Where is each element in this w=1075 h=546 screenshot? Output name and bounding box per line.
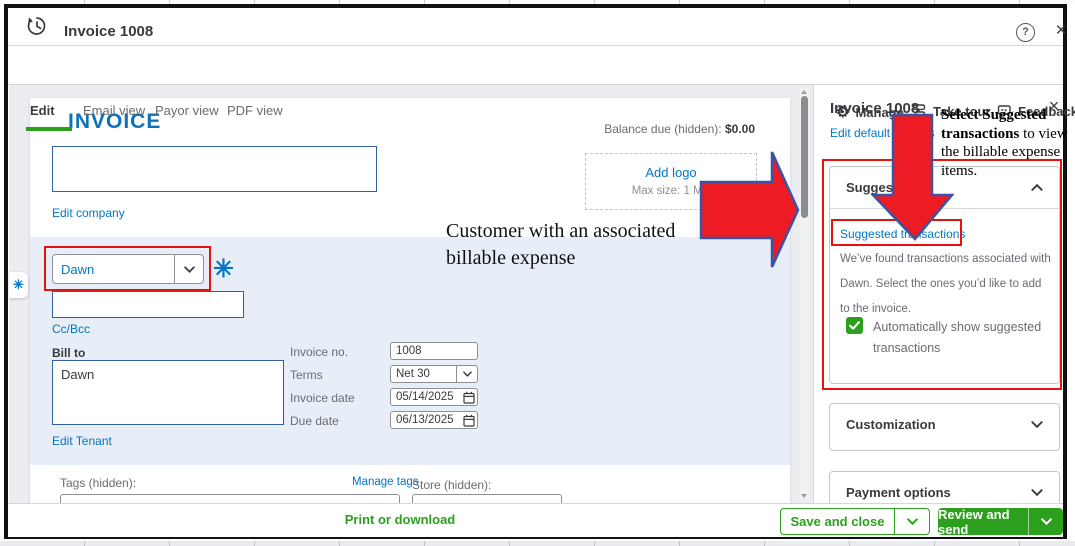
checked-checkbox[interactable] bbox=[846, 317, 863, 334]
chevron-down-icon[interactable] bbox=[1031, 489, 1043, 496]
feedback-button[interactable]: Feedback bbox=[996, 103, 1075, 119]
scroll-up-arrow[interactable] bbox=[801, 90, 807, 94]
suggestions-header-label: Suggestions bbox=[846, 180, 925, 195]
suggestions-card: Suggestions Suggested transactions We’ve… bbox=[829, 166, 1060, 384]
chevron-down-icon[interactable] bbox=[174, 255, 203, 283]
terms-label: Terms bbox=[290, 368, 323, 382]
feedback-label: Feedback bbox=[1018, 103, 1075, 119]
invoice-date-input[interactable]: 05/14/2025 bbox=[390, 388, 478, 406]
title-bar: Invoice 1008 ? × bbox=[8, 8, 1067, 46]
scroll-down-arrow[interactable] bbox=[801, 494, 807, 498]
invoice-date-value: 05/14/2025 bbox=[396, 391, 454, 403]
balance-due-label: Balance due (hidden): bbox=[604, 122, 725, 136]
take-tour-button[interactable]: Take tour bbox=[911, 103, 991, 119]
customer-email-input[interactable] bbox=[52, 291, 244, 318]
invoice-no-input[interactable]: 1008 bbox=[390, 342, 478, 360]
chevron-down-icon[interactable] bbox=[456, 366, 477, 382]
print-or-download-link[interactable]: Print or download bbox=[320, 512, 480, 527]
store-label: Store (hidden): bbox=[412, 478, 492, 492]
bill-to-textarea[interactable]: Dawn bbox=[52, 360, 284, 425]
due-date-input[interactable]: 06/13/2025 bbox=[390, 411, 478, 429]
save-and-close-button[interactable]: Save and close bbox=[780, 508, 930, 535]
balance-due: Balance due (hidden): $0.00 bbox=[455, 122, 755, 136]
add-logo-note: Max size: 1 MB bbox=[631, 185, 711, 197]
auto-show-checkbox-label: Automatically show suggested transaction… bbox=[873, 320, 1042, 355]
card-divider bbox=[830, 208, 1059, 209]
sparkle-icon: ✳ bbox=[13, 277, 24, 292]
help-icon[interactable]: ? bbox=[1016, 23, 1035, 42]
customization-card: Customization bbox=[829, 403, 1060, 451]
customization-header[interactable]: Customization bbox=[830, 404, 1059, 445]
edit-company-link[interactable]: Edit company bbox=[52, 206, 125, 220]
chevron-down-icon[interactable] bbox=[894, 509, 929, 534]
tab-pdf-view[interactable]: PDF view bbox=[227, 103, 283, 118]
vertical-scrollbar[interactable] bbox=[799, 88, 809, 500]
customization-header-label: Customization bbox=[846, 417, 936, 432]
auto-show-checkbox-row: Automatically show suggested transaction… bbox=[846, 317, 1048, 359]
suggestions-header[interactable]: Suggestions bbox=[830, 167, 1059, 208]
terms-dropdown[interactable]: Net 30 bbox=[390, 365, 478, 383]
gear-icon: ⚙ bbox=[836, 104, 850, 121]
invoice-no-label: Invoice no. bbox=[290, 345, 349, 359]
manage-button[interactable]: ⚙ Manage bbox=[836, 103, 904, 121]
invoice-no-value: 1008 bbox=[396, 345, 422, 357]
add-logo-dropzone[interactable]: Add logo Max size: 1 MB bbox=[585, 153, 757, 210]
background-gridlines-bottom bbox=[0, 541, 1075, 546]
calendar-icon[interactable] bbox=[460, 391, 477, 404]
tags-label: Tags (hidden): bbox=[60, 476, 137, 490]
add-logo-link[interactable]: Add logo bbox=[586, 165, 756, 180]
tab-payor-view[interactable]: Payor view bbox=[155, 103, 219, 118]
tab-bar: Edit Email view Payor view PDF view ⚙ Ma… bbox=[8, 46, 1075, 131]
save-and-close-label: Save and close bbox=[790, 514, 885, 529]
close-icon[interactable]: × bbox=[1050, 20, 1072, 42]
due-date-value: 06/13/2025 bbox=[396, 414, 454, 426]
suggestions-body-text: We’ve found transactions associated with… bbox=[840, 253, 1051, 315]
customer-dropdown-value: Dawn bbox=[61, 261, 95, 277]
due-date-label: Due date bbox=[290, 414, 339, 428]
feedback-bubble-icon bbox=[997, 105, 1011, 119]
customer-dropdown[interactable]: Dawn bbox=[52, 254, 204, 284]
invoice-date-label: Invoice date bbox=[290, 391, 355, 405]
take-tour-label: Take tour bbox=[933, 103, 991, 119]
ai-sparkle-icon: ✳ bbox=[213, 255, 234, 283]
chevron-up-icon[interactable] bbox=[1031, 184, 1043, 191]
calendar-icon[interactable] bbox=[460, 414, 477, 427]
ai-assist-side-tab[interactable]: ✳ bbox=[9, 272, 28, 298]
suggested-transactions-link[interactable]: Suggested transactions bbox=[840, 227, 965, 241]
terms-value: Net 30 bbox=[396, 368, 430, 380]
ccbcc-link[interactable]: Cc/Bcc bbox=[52, 322, 90, 336]
manage-tags-link[interactable]: Manage tags bbox=[352, 476, 419, 488]
chevron-down-icon[interactable] bbox=[1028, 508, 1063, 535]
review-and-send-label: Review and send bbox=[938, 506, 1010, 537]
history-icon bbox=[27, 17, 46, 35]
chevron-down-icon[interactable] bbox=[1031, 421, 1043, 428]
balance-due-value: $0.00 bbox=[724, 122, 755, 136]
review-and-send-button[interactable]: Review and send bbox=[938, 506, 1063, 537]
page-title: Invoice 1008 bbox=[64, 23, 154, 40]
signpost-icon bbox=[912, 104, 926, 117]
tab-edit[interactable]: Edit bbox=[30, 103, 55, 118]
payment-options-header-label: Payment options bbox=[846, 485, 951, 500]
company-name-box[interactable] bbox=[52, 146, 377, 192]
bill-to-label: Bill to bbox=[52, 346, 86, 360]
edit-default-settings-link[interactable]: Edit default settings bbox=[830, 126, 935, 140]
edit-tenant-link[interactable]: Edit Tenant bbox=[52, 434, 112, 448]
scrollbar-thumb[interactable] bbox=[800, 96, 808, 218]
checkmark-icon bbox=[849, 321, 860, 330]
tab-email-view[interactable]: Email view bbox=[83, 103, 145, 118]
active-tab-underline bbox=[26, 127, 72, 131]
manage-label: Manage bbox=[855, 104, 904, 120]
